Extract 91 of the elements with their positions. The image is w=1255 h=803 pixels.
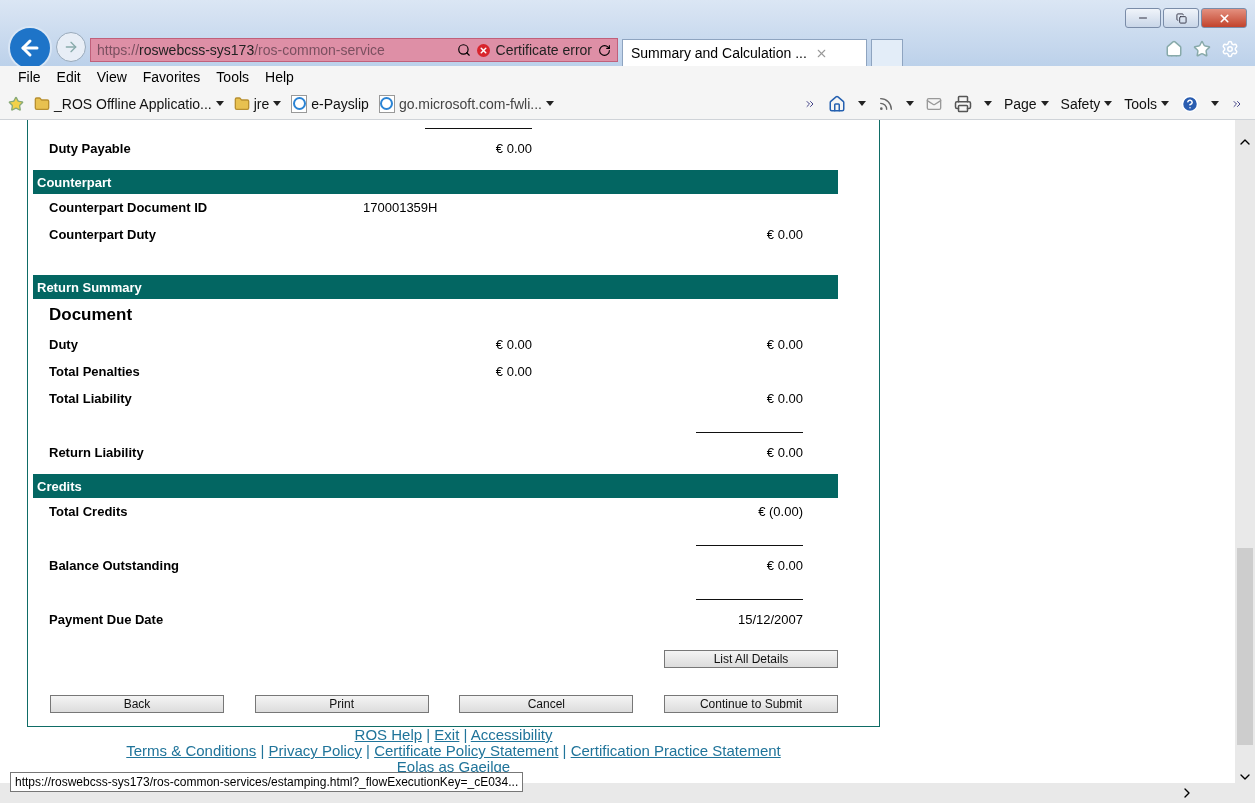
caret-icon[interactable] (546, 101, 554, 106)
field-label: Total Credits (49, 504, 129, 519)
amount-value: € 0.00 (765, 391, 803, 406)
restore-button[interactable] (1163, 8, 1199, 28)
close-icon (1217, 11, 1231, 25)
mail-icon[interactable] (925, 95, 942, 112)
separator: | (561, 742, 568, 759)
caret-icon[interactable] (905, 101, 914, 106)
minimize-button[interactable] (1125, 8, 1161, 28)
search-icon[interactable] (456, 43, 471, 57)
amount-value: € 0.00 (765, 337, 803, 352)
footer-link[interactable]: Privacy Policy (268, 742, 362, 759)
field-label: Total Penalties (49, 364, 141, 379)
help-icon[interactable] (1181, 94, 1199, 113)
menu-item[interactable]: File (10, 69, 49, 85)
favorite-link[interactable]: go.microsoft.com-fwli... (398, 95, 542, 112)
footer-link[interactable]: Certificate Policy Statement (374, 742, 559, 759)
caret-icon[interactable] (857, 101, 866, 106)
command-menu[interactable]: Tools (1124, 95, 1157, 112)
form-button[interactable]: Continue to Submit (663, 695, 838, 713)
browser-tab[interactable]: Summary and Calculation ... (622, 39, 867, 66)
feed-icon[interactable] (877, 95, 894, 112)
field-value: 170001359H (363, 200, 439, 215)
field-label: Total Liability (49, 391, 133, 406)
footer-link[interactable]: Certification Practice Statement (570, 742, 781, 759)
section-heading: Document (48, 304, 134, 326)
favorite-link[interactable]: jre (253, 95, 270, 112)
form-button[interactable]: Back (50, 695, 224, 713)
folder-icon (233, 95, 250, 112)
amount-value: € 0.00 (765, 227, 803, 242)
printer-icon[interactable] (953, 94, 972, 113)
web-page-icon (291, 94, 308, 113)
caret-icon[interactable] (1104, 101, 1113, 106)
amount-value: € 0.00 (494, 337, 532, 352)
favorite-link[interactable]: e-Payslip (311, 95, 369, 112)
command-menu[interactable]: Page (1003, 95, 1037, 112)
caret-icon[interactable] (273, 101, 282, 106)
caret-icon[interactable] (983, 101, 992, 106)
restore-icon (1175, 12, 1187, 24)
field-label: Balance Outstanding (49, 558, 181, 573)
menu-item[interactable]: Tools (208, 69, 258, 85)
section-header: Return Summary (33, 275, 838, 299)
field-label: Counterpart Duty (49, 227, 157, 242)
caret-icon[interactable] (1161, 101, 1169, 106)
web-page-icon (378, 94, 395, 113)
list-details-button[interactable]: List All Details (664, 650, 838, 668)
amount-value: € (0.00) (757, 504, 803, 519)
caret-icon[interactable] (1040, 101, 1049, 106)
favorites-star-icon[interactable] (8, 95, 24, 112)
vertical-scrollbar[interactable] (1235, 120, 1255, 803)
caret-icon[interactable] (1211, 101, 1219, 106)
menu-item[interactable]: View (88, 69, 135, 85)
field-label: Duty (49, 337, 79, 352)
form-button[interactable]: Print (254, 695, 429, 713)
star-icon[interactable] (1193, 40, 1211, 58)
section-header: Counterpart (33, 170, 838, 194)
amount-value: € 0.00 (765, 445, 803, 460)
field-label: Payment Due Date (49, 612, 165, 627)
folder-icon (34, 95, 50, 112)
caret-icon[interactable] (215, 101, 224, 106)
form-button[interactable]: Cancel (459, 695, 634, 713)
amount-value: € 0.00 (494, 364, 532, 379)
status-tooltip: https://roswebcss-sys173/ros-common-services/estamping.html?_flowExecutionKey=_cE034... (10, 772, 524, 792)
amount-value: 15/12/2007 (736, 612, 803, 627)
menu-item[interactable]: Favorites (134, 69, 209, 85)
separator: | (259, 742, 266, 759)
refresh-icon[interactable] (598, 43, 611, 57)
command-menu[interactable]: Safety (1060, 95, 1101, 112)
menu-item[interactable]: Edit (48, 69, 89, 85)
footer-link[interactable]: Terms & Conditions (126, 742, 257, 759)
certificate-error[interactable]: Certificate error (495, 42, 592, 58)
footer-link[interactable]: Exit (434, 726, 460, 743)
footer-link[interactable]: Accessibility (470, 726, 553, 743)
favorite-link[interactable]: _ROS Offline Applicatio... (54, 95, 212, 112)
section-header: Credits (33, 474, 838, 498)
scroll-thumb[interactable] (1237, 548, 1253, 745)
menu-item[interactable]: Help (257, 69, 302, 85)
address-bar[interactable]: https://roswebcss-sys173/ros-common-service Certificate error (90, 38, 618, 62)
footer-link[interactable]: Eolas as Gaeilge (396, 758, 511, 775)
home-icon[interactable] (827, 94, 846, 113)
separator: | (425, 726, 432, 743)
separator: | (462, 726, 469, 743)
separator: | (365, 742, 371, 759)
field-label: Return Liability (49, 445, 145, 460)
close-button[interactable] (1201, 8, 1247, 28)
field-label: Duty Payable (49, 141, 132, 156)
field-label: Counterpart Document ID (49, 200, 209, 215)
amount-value: € 0.00 (765, 558, 803, 573)
forward-arrow-icon (63, 39, 79, 55)
footer-link[interactable]: ROS Help (354, 726, 423, 743)
amount-value: € 0.00 (494, 141, 532, 156)
